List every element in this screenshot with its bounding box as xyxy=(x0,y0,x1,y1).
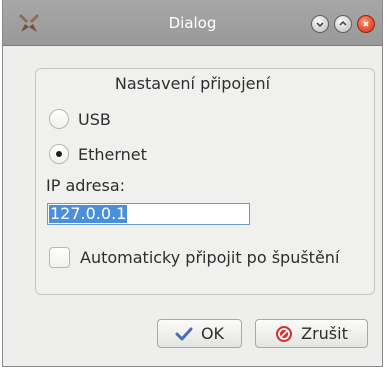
cancel-button[interactable]: Zrušit xyxy=(255,319,368,348)
ip-address-label: IP adresa: xyxy=(46,176,126,195)
dialog-window: Dialog Nastavení připojení USB Ethernet … xyxy=(2,0,383,367)
radio-selected-dot xyxy=(56,151,62,157)
close-icon xyxy=(363,21,369,27)
autoconnect-checkbox[interactable] xyxy=(49,247,70,268)
ok-button[interactable]: OK xyxy=(157,319,242,348)
title-bar[interactable]: Dialog xyxy=(3,0,382,46)
ip-address-value: 127.0.0.1 xyxy=(49,204,128,223)
checkmark-icon xyxy=(175,327,193,340)
radio-label-ethernet: Ethernet xyxy=(78,144,147,164)
close-button[interactable] xyxy=(357,15,375,33)
ok-button-label: OK xyxy=(200,324,225,343)
minimize-button[interactable] xyxy=(311,15,329,33)
radio-label-usb: USB xyxy=(78,109,111,129)
radio-usb[interactable]: USB xyxy=(49,109,111,129)
maximize-icon xyxy=(339,20,347,26)
section-title: Nastavení připojení xyxy=(114,74,271,93)
cancel-button-label: Zrušit xyxy=(301,324,348,343)
radio-button-usb[interactable] xyxy=(49,109,69,129)
maximize-button[interactable] xyxy=(334,15,352,33)
radio-ethernet[interactable]: Ethernet xyxy=(49,144,147,164)
minimize-icon xyxy=(316,22,324,28)
cancel-icon xyxy=(276,325,293,342)
radio-button-ethernet[interactable] xyxy=(49,144,69,164)
autoconnect-label: Automaticky připojit po špuštění xyxy=(80,248,340,267)
autoconnect-checkbox-row[interactable]: Automaticky připojit po špuštění xyxy=(49,247,339,268)
